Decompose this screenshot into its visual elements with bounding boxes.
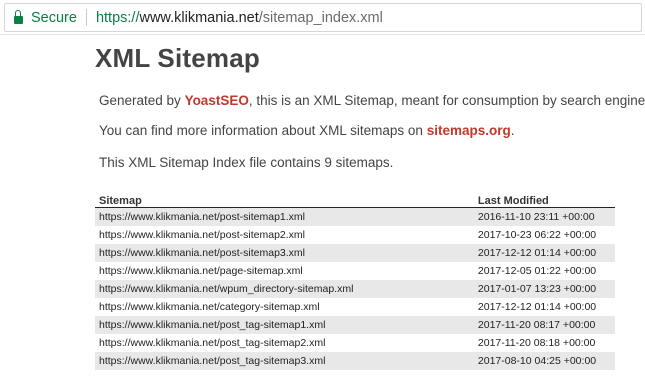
last-modified-cell: 2016-11-10 23:11 +00:00	[473, 207, 615, 226]
sitemap-link[interactable]: https://www.klikmania.net/post-sitemap3.…	[95, 244, 474, 262]
sitemap-link[interactable]: https://www.klikmania.net/wpum_directory…	[95, 280, 474, 298]
table-row: https://www.klikmania.net/post-sitemap1.…	[95, 207, 615, 226]
info-suffix: .	[510, 123, 515, 138]
sitemaps-org-link[interactable]: sitemaps.org	[427, 123, 511, 138]
last-modified-cell: 2017-12-12 01:14 +00:00	[473, 244, 615, 262]
intro-prefix: Generated by	[99, 93, 185, 108]
last-modified-cell: 2017-10-23 06:22 +00:00	[473, 226, 615, 244]
info-prefix: You can find more information about XML …	[99, 123, 427, 138]
table-row: https://www.klikmania.net/post_tag-sitem…	[95, 334, 615, 352]
lock-icon[interactable]	[14, 9, 23, 24]
table-row: https://www.klikmania.net/post-sitemap3.…	[95, 244, 615, 262]
table-row: https://www.klikmania.net/post_tag-sitem…	[95, 316, 615, 334]
sitemap-link[interactable]: https://www.klikmania.net/category-sitem…	[95, 298, 474, 316]
page-title: XML Sitemap	[95, 43, 260, 73]
last-modified-column-header: Last Modified	[473, 189, 615, 208]
table-row: https://www.klikmania.net/category-sitem…	[95, 298, 615, 316]
sitemap-link[interactable]: https://www.klikmania.net/page-sitemap.x…	[95, 262, 474, 280]
omnibox-divider	[85, 9, 87, 26]
last-modified-cell: 2017-11-20 08:17 +00:00	[473, 316, 615, 334]
url-host: www.klikmania.net	[139, 9, 259, 26]
table-row: https://www.klikmania.net/post_tag-sitem…	[95, 352, 615, 370]
url-text[interactable]: https://www.klikmania.net/sitemap_index.…	[96, 10, 383, 26]
info-paragraph: You can find more information about XML …	[99, 123, 514, 138]
sitemap-table: Sitemap Last Modified https://www.klikma…	[95, 189, 615, 370]
last-modified-cell: 2017-08-10 04:25 +00:00	[473, 352, 615, 370]
sitemap-count-text: This XML Sitemap Index file contains 9 s…	[99, 155, 394, 170]
address-bar: Secure https://www.klikmania.net/sitemap…	[0, 0, 645, 35]
url-omnibox[interactable]: Secure https://www.klikmania.net/sitemap…	[4, 3, 642, 32]
last-modified-cell: 2017-12-05 01:22 +00:00	[473, 262, 615, 280]
url-path: /sitemap_index.xml	[258, 9, 383, 26]
sitemap-link[interactable]: https://www.klikmania.net/post_tag-sitem…	[95, 352, 474, 370]
table-header-row: Sitemap Last Modified	[95, 189, 615, 208]
secure-label[interactable]: Secure	[31, 10, 77, 26]
intro-paragraph: Generated by YoastSEO, this is an XML Si…	[99, 93, 645, 108]
sitemap-column-header: Sitemap	[95, 189, 474, 208]
table-row: https://www.klikmania.net/post-sitemap2.…	[95, 226, 615, 244]
last-modified-cell: 2017-12-12 01:14 +00:00	[473, 298, 615, 316]
last-modified-cell: 2017-01-07 13:23 +00:00	[473, 280, 615, 298]
last-modified-cell: 2017-11-20 08:18 +00:00	[473, 334, 615, 352]
sitemap-link[interactable]: https://www.klikmania.net/post-sitemap2.…	[95, 226, 474, 244]
sitemap-link[interactable]: https://www.klikmania.net/post-sitemap1.…	[95, 207, 474, 226]
sitemap-link[interactable]: https://www.klikmania.net/post_tag-sitem…	[95, 316, 474, 334]
table-body: https://www.klikmania.net/post-sitemap1.…	[95, 207, 615, 370]
table-row: https://www.klikmania.net/page-sitemap.x…	[95, 262, 615, 280]
url-scheme: https://	[95, 9, 140, 26]
yoastseo-link[interactable]: YoastSEO	[185, 93, 249, 108]
sitemap-link[interactable]: https://www.klikmania.net/post_tag-sitem…	[95, 334, 474, 352]
intro-suffix: , this is an XML Sitemap, meant for cons…	[248, 93, 645, 108]
table-row: https://www.klikmania.net/wpum_directory…	[95, 280, 615, 298]
